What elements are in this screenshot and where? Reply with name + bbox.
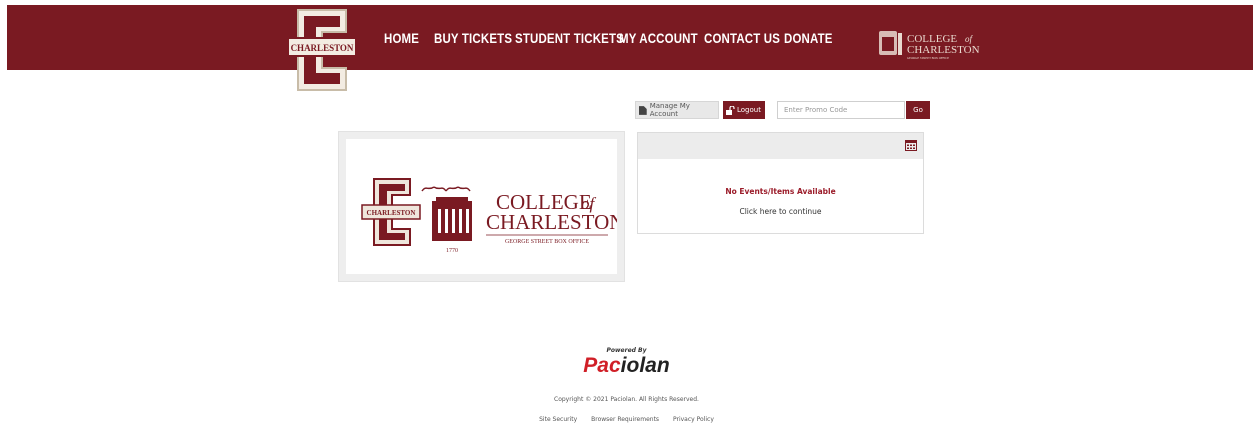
privacy-policy-link[interactable]: Privacy Policy [673,416,714,423]
header-cofc-sub: GEORGE STREET BOX OFFICE [907,56,949,60]
unlock-icon [726,105,735,115]
nav-home[interactable]: HOME [384,30,419,46]
nav-donate[interactable]: DONATE [784,30,833,46]
header-cofc-line2: CHARLESTON [907,44,980,56]
nav-student-tickets[interactable]: STUDENT TICKETS [515,30,624,46]
promo-go-button[interactable]: Go [906,101,930,119]
manage-account-label: Manage My Account [649,102,690,118]
paciolan-brand-part-b: iolan [620,354,670,377]
calendar-icon[interactable] [905,139,917,151]
nav-contact-us[interactable]: CONTACT US [704,30,780,46]
footer-links: Site Security Browser Requirements Priva… [0,416,1253,423]
document-icon [639,105,647,115]
site-security-link[interactable]: Site Security [539,416,577,423]
seal-year: 1770 [446,248,458,254]
header-cofc-logo[interactable]: COLLEGE of CHARLESTON GEORGE STREET BOX … [877,27,987,61]
logout-button[interactable]: Logout [723,101,765,119]
copyright-text: Copyright © 2021 Paciolan. All Rights Re… [554,396,699,403]
charleston-c-logo[interactable]: CHARLESTON [288,6,356,94]
charleston-text: CHARLESTON [486,210,617,234]
box-office-text: GEORGE STREET BOX OFFICE [505,239,589,245]
promo-code-input[interactable] [777,101,905,119]
cofc-box-office-logo: CHARLESTON 1770 COLLEGE of CHARLESTON GE… [361,178,624,254]
paciolan-logo[interactable]: Paciolan [0,354,1253,378]
header-cofc-of: of [965,34,974,44]
nav-my-account[interactable]: MY ACCOUNT [619,30,698,46]
paciolan-brand-part-a: Pac [583,354,621,377]
badge-text: CHARLESTON [367,209,416,217]
events-panel: No Events/Items Available Click here to … [637,132,924,234]
continue-link[interactable]: Click here to continue [638,207,923,216]
nav-buy-tickets[interactable]: BUY TICKETS [434,30,512,46]
events-header [638,133,923,159]
powered-by-label: Powered By [606,347,647,354]
logo-panel: CHARLESTON 1770 COLLEGE of CHARLESTON GE… [338,131,625,282]
no-events-message: No Events/Items Available [725,187,836,196]
logo-text: CHARLESTON [291,43,354,53]
manage-account-button[interactable]: Manage My Account [635,101,719,119]
browser-requirements-link[interactable]: Browser Requirements [591,416,659,423]
logo-panel-inner: CHARLESTON 1770 COLLEGE of CHARLESTON GE… [346,139,624,274]
logout-label: Logout [737,106,761,114]
